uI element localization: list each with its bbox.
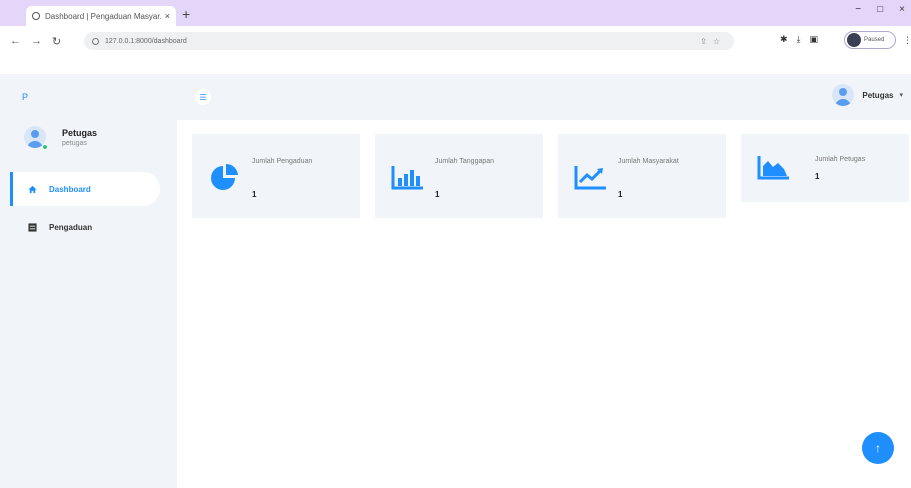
sidepanel-icon[interactable]: ▣ — [810, 34, 819, 45]
sidebar-item-dashboard[interactable]: Dashboard — [10, 172, 160, 206]
site-info-icon[interactable] — [92, 37, 99, 45]
user-menu-label: Petugas — [862, 90, 894, 100]
grid-icon — [28, 222, 37, 232]
window-controls: − □ × — [855, 4, 905, 15]
card-label: Jumlah Tanggapan — [435, 158, 495, 165]
hamburger-icon: ☰ — [199, 92, 207, 102]
sidebar-item-label: Pengaduan — [49, 222, 93, 232]
card-label: Jumlah Pengaduan — [252, 158, 313, 165]
card-label: Jumlah Masyarakat — [618, 158, 679, 165]
sidebar-item-pengaduan[interactable]: Pengaduan — [10, 210, 160, 244]
new-tab-button[interactable]: + — [182, 6, 190, 22]
sidebar-user-name: Petugas — [62, 127, 98, 138]
bar-chart-icon — [391, 162, 425, 192]
globe-icon — [32, 12, 40, 20]
url-text: 127.0.0.1:8000/dashboard — [105, 37, 187, 45]
online-status-dot — [42, 144, 48, 150]
share-star-icons[interactable]: ⇪☆ — [700, 37, 726, 46]
arrow-up-icon: ↑ — [875, 441, 881, 455]
card-jumlah-masyarakat: Jumlah Masyarakat 1 — [558, 134, 726, 218]
back-to-top-button[interactable]: ↑ — [862, 432, 894, 464]
sidebar-menu: Dashboard Pengaduan — [10, 172, 160, 248]
address-bar[interactable]: 127.0.0.1:8000/dashboard ⇪☆ — [84, 32, 734, 50]
extension-icons: ✱ ⤓ ▣ — [780, 34, 818, 45]
download-icon[interactable]: ⤓ — [797, 34, 801, 45]
card-jumlah-pengaduan: Jumlah Pengaduan 1 — [192, 134, 360, 218]
tab-title: Dashboard | Pengaduan Masyar... — [45, 11, 161, 21]
card-value: 1 — [435, 190, 440, 199]
sidebar-user: Petugas petugas — [24, 126, 97, 148]
profile-label: Paused — [864, 37, 885, 43]
profile-avatar — [847, 33, 861, 47]
back-icon[interactable]: ← — [10, 35, 21, 47]
card-jumlah-petugas: Jumlah Petugas 1 — [741, 134, 909, 202]
pie-chart-icon — [208, 162, 242, 192]
profile-button[interactable]: Paused — [844, 31, 896, 49]
browser-tab[interactable]: Dashboard | Pengaduan Masyar... × — [26, 6, 176, 26]
area-chart-icon — [757, 152, 791, 182]
sidebar: P Petugas petugas Dashboard Pengaduan — [0, 74, 177, 488]
card-value: 1 — [252, 190, 257, 199]
card-value: 1 — [618, 190, 623, 199]
extensions-icon[interactable]: ✱ — [780, 34, 788, 45]
browser-toolbar: ← → ↻ 127.0.0.1:8000/dashboard ⇪☆ ✱ ⤓ ▣ … — [0, 26, 911, 56]
chevron-down-icon: ▾ — [899, 92, 903, 99]
window-maximize-button[interactable]: □ — [877, 4, 883, 15]
browser-menu-icon[interactable]: ⋮ — [903, 35, 911, 46]
card-label: Jumlah Petugas — [815, 156, 866, 163]
tab-close-icon[interactable]: × — [165, 11, 170, 21]
forward-icon[interactable]: → — [31, 35, 42, 47]
sidebar-item-label: Dashboard — [49, 184, 91, 194]
user-menu[interactable]: Petugas ▾ — [832, 84, 903, 106]
window-minimize-button[interactable]: − — [855, 4, 861, 15]
card-jumlah-tanggapan: Jumlah Tanggapan 1 — [375, 134, 543, 218]
card-value: 1 — [815, 172, 820, 181]
home-icon — [28, 185, 37, 194]
reload-icon[interactable]: ↻ — [52, 35, 61, 48]
window-close-button[interactable]: × — [899, 4, 905, 15]
line-chart-icon — [574, 162, 608, 192]
app-header: ☰ Petugas ▾ — [177, 74, 911, 120]
sidebar-user-role: petugas — [62, 139, 87, 147]
browser-tabbar: Dashboard | Pengaduan Masyar... × + − □ … — [0, 0, 911, 26]
avatar — [832, 84, 855, 106]
menu-toggle-button[interactable]: ☰ — [195, 89, 211, 105]
brand-logo[interactable]: P — [22, 92, 28, 102]
